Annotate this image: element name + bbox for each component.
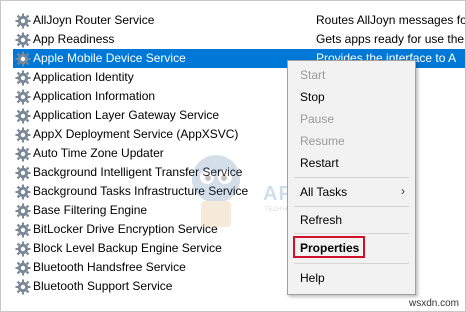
service-name: AllJoyn Router Service [33, 13, 155, 27]
menu-item-refresh[interactable]: Refresh [288, 209, 415, 231]
service-gear-icon [15, 222, 31, 238]
menu-item-label: Refresh [300, 213, 343, 227]
menu-item-stop[interactable]: Stop [288, 86, 415, 108]
menu-separator [294, 177, 409, 178]
services-window: AllJoyn Router Service Routes AllJoyn mes… [0, 0, 466, 312]
service-name: Auto Time Zone Updater [33, 146, 164, 160]
service-name: AppX Deployment Service (AppXSVC) [33, 127, 239, 141]
service-gear-icon [15, 203, 31, 219]
service-gear-icon [15, 13, 31, 29]
menu-separator [294, 263, 409, 264]
service-gear-icon [15, 165, 31, 181]
menu-separator [294, 233, 409, 234]
service-gear-icon [15, 279, 31, 295]
service-name: Bluetooth Handsfree Service [33, 260, 186, 274]
service-gear-icon [15, 51, 31, 67]
service-name: BitLocker Drive Encryption Service [33, 222, 218, 236]
service-name: Application Information [33, 89, 156, 103]
service-gear-icon [15, 241, 31, 257]
service-row[interactable]: AllJoyn Router Service Routes AllJoyn mes… [13, 11, 465, 30]
menu-item-label: Stop [300, 90, 325, 104]
service-gear-icon [15, 127, 31, 143]
service-gear-icon [15, 108, 31, 124]
service-gear-icon [15, 260, 31, 276]
service-description: Routes AllJoyn messages fo [316, 13, 466, 27]
menu-item-label: Restart [300, 156, 339, 170]
menu-item-label: Start [300, 68, 326, 82]
menu-item-label: All Tasks [300, 185, 348, 199]
service-name: Application Layer Gateway Service [33, 108, 220, 122]
menu-separator [294, 206, 409, 207]
service-gear-icon [15, 89, 31, 105]
service-description: Gets apps ready for use the [316, 32, 465, 46]
service-name: Apple Mobile Device Service [33, 51, 186, 65]
menu-item-restart[interactable]: Restart [288, 152, 415, 174]
service-name: Bluetooth Support Service [33, 279, 173, 293]
site-watermark: wsxdn.com [408, 298, 459, 309]
properties-highlight-box [293, 236, 365, 258]
service-name: Block Level Backup Engine Service [33, 241, 222, 255]
service-name: Application Identity [33, 70, 134, 84]
service-gear-icon [15, 184, 31, 200]
menu-item-all-tasks[interactable]: All Tasks › [288, 181, 415, 203]
service-name: Background Tasks Infrastructure Service [33, 184, 249, 198]
service-name: Base Filtering Engine [33, 203, 148, 217]
menu-item-label: Resume [300, 134, 345, 148]
context-menu: Start Stop Pause Resume Restart All Task… [287, 60, 416, 295]
service-gear-icon [15, 32, 31, 48]
menu-item-label: Pause [300, 112, 335, 126]
menu-item-pause[interactable]: Pause [288, 108, 415, 130]
service-gear-icon [15, 146, 31, 162]
menu-item-help[interactable]: Help [288, 267, 415, 289]
service-name: Background Intelligent Transfer Service [33, 165, 243, 179]
menu-item-resume[interactable]: Resume [288, 130, 415, 152]
submenu-arrow-icon: › [401, 184, 405, 198]
menu-item-start[interactable]: Start [288, 64, 415, 86]
service-gear-icon [15, 70, 31, 86]
menu-item-label: Help [300, 271, 325, 285]
service-row[interactable]: App Readiness Gets apps ready for use the [13, 30, 465, 49]
service-name: App Readiness [33, 32, 115, 46]
